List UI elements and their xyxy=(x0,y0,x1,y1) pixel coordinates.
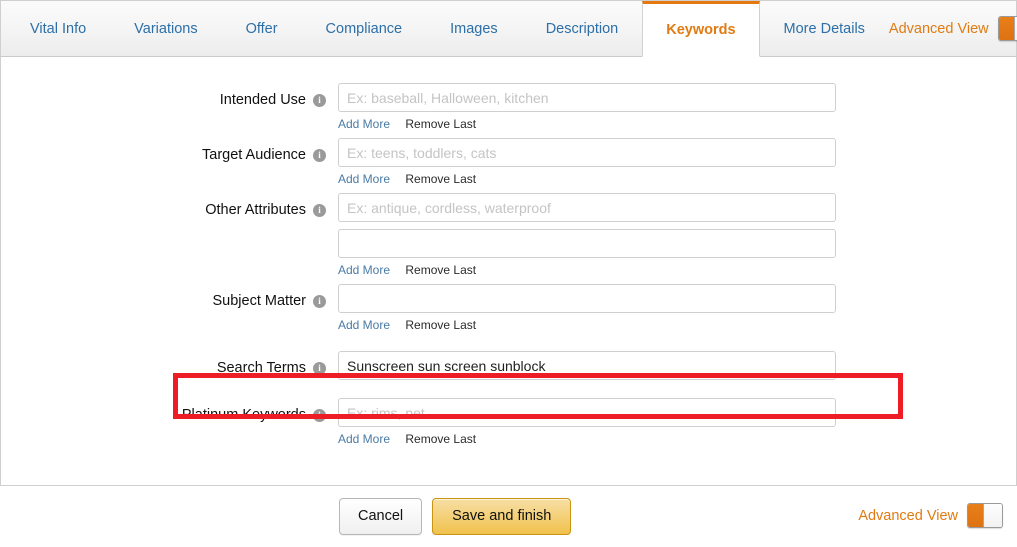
tab-label: Compliance xyxy=(326,21,403,37)
remove-last-link[interactable]: Remove Last xyxy=(405,432,476,446)
remove-last-link[interactable]: Remove Last xyxy=(405,263,476,277)
field-links-intended-use: Add More Remove Last xyxy=(338,116,836,132)
field-group-subject-matter: Add More Remove Last xyxy=(326,284,836,333)
keywords-panel: Intended Use i Add More Remove Last Targ… xyxy=(0,57,1017,486)
label-text: Platinum Keywords xyxy=(182,407,306,423)
remove-last-link[interactable]: Remove Last xyxy=(405,117,476,131)
toggle-off-half xyxy=(983,504,1002,527)
info-icon[interactable]: i xyxy=(313,295,326,308)
field-label-other-attributes: Other Attributes i xyxy=(1,193,326,218)
field-group-target-audience: Add More Remove Last xyxy=(326,138,836,187)
tab-variations[interactable]: Variations xyxy=(110,1,221,56)
info-icon[interactable]: i xyxy=(313,204,326,217)
cancel-button[interactable]: Cancel xyxy=(339,498,422,535)
form-row-other-attributes: Other Attributes i Add More Remove Last xyxy=(1,193,1016,278)
tab-label: Images xyxy=(450,21,498,37)
tab-label: Variations xyxy=(134,21,197,37)
tab-vital-info[interactable]: Vital Info xyxy=(6,1,110,56)
form-footer: Cancel Save and finish Advanced View xyxy=(0,486,1017,546)
search-terms-input[interactable] xyxy=(338,351,836,380)
tab-description[interactable]: Description xyxy=(522,1,643,56)
tab-bar: Vital Info Variations Offer Compliance I… xyxy=(0,0,1017,57)
advanced-view-label: Advanced View xyxy=(858,508,958,524)
form-row-subject-matter: Subject Matter i Add More Remove Last xyxy=(1,284,1016,333)
tab-label: Offer xyxy=(246,21,278,37)
remove-last-link[interactable]: Remove Last xyxy=(405,318,476,332)
form-row-target-audience: Target Audience i Add More Remove Last xyxy=(1,138,1016,187)
tab-keywords[interactable]: Keywords xyxy=(642,1,759,57)
add-more-link[interactable]: Add More xyxy=(338,117,390,131)
keywords-form: Intended Use i Add More Remove Last Targ… xyxy=(1,83,1016,447)
info-icon[interactable]: i xyxy=(313,362,326,375)
subject-matter-input[interactable] xyxy=(338,284,836,313)
tab-more-details[interactable]: More Details xyxy=(760,1,889,56)
add-more-link[interactable]: Add More xyxy=(338,263,390,277)
form-row-search-terms: Search Terms i xyxy=(1,351,1016,380)
label-text: Target Audience xyxy=(202,147,306,163)
tab-label: More Details xyxy=(784,21,865,37)
field-group-platinum-keywords: Add More Remove Last xyxy=(326,398,836,447)
info-icon[interactable]: i xyxy=(313,409,326,422)
keywords-page: Vital Info Variations Offer Compliance I… xyxy=(0,0,1017,547)
add-more-link[interactable]: Add More xyxy=(338,318,390,332)
field-group-search-terms xyxy=(326,351,836,380)
field-label-search-terms: Search Terms i xyxy=(1,351,326,376)
tab-label: Keywords xyxy=(666,22,735,38)
platinum-keywords-input[interactable] xyxy=(338,398,836,427)
other-attributes-input[interactable] xyxy=(338,193,836,222)
info-icon[interactable]: i xyxy=(313,149,326,162)
toggle-switch-icon[interactable] xyxy=(998,16,1017,41)
target-audience-input[interactable] xyxy=(338,138,836,167)
field-label-subject-matter: Subject Matter i xyxy=(1,284,326,309)
label-text: Search Terms xyxy=(217,360,306,376)
tab-label: Vital Info xyxy=(30,21,86,37)
field-label-intended-use: Intended Use i xyxy=(1,83,326,108)
advanced-view-label: Advanced View xyxy=(889,21,989,37)
add-more-link[interactable]: Add More xyxy=(338,432,390,446)
field-links-subject-matter: Add More Remove Last xyxy=(338,317,836,333)
label-text: Subject Matter xyxy=(213,293,307,309)
advanced-view-control-bottom: Advanced View xyxy=(858,503,1003,528)
tab-images[interactable]: Images xyxy=(426,1,522,56)
field-label-platinum-keywords: Platinum Keywords i xyxy=(1,398,326,423)
field-group-intended-use: Add More Remove Last xyxy=(326,83,836,132)
toggle-on-half xyxy=(999,17,1014,40)
tab-offer[interactable]: Offer xyxy=(222,1,302,56)
tab-label: Description xyxy=(546,21,619,37)
toggle-on-half xyxy=(968,504,983,527)
field-label-target-audience: Target Audience i xyxy=(1,138,326,163)
form-row-intended-use: Intended Use i Add More Remove Last xyxy=(1,83,1016,132)
field-links-other-attributes: Add More Remove Last xyxy=(338,262,836,278)
save-and-finish-button[interactable]: Save and finish xyxy=(432,498,571,535)
toggle-off-half xyxy=(1014,17,1017,40)
label-text: Other Attributes xyxy=(205,202,306,218)
toggle-switch-icon[interactable] xyxy=(967,503,1003,528)
field-links-target-audience: Add More Remove Last xyxy=(338,171,836,187)
tab-compliance[interactable]: Compliance xyxy=(302,1,427,56)
add-more-link[interactable]: Add More xyxy=(338,172,390,186)
field-group-other-attributes: Add More Remove Last xyxy=(326,193,836,278)
remove-last-link[interactable]: Remove Last xyxy=(405,172,476,186)
info-icon[interactable]: i xyxy=(313,94,326,107)
form-row-platinum-keywords: Platinum Keywords i Add More Remove Last xyxy=(1,398,1016,447)
other-attributes-input-2[interactable] xyxy=(338,229,836,258)
field-links-platinum-keywords: Add More Remove Last xyxy=(338,431,836,447)
advanced-view-control-top: Advanced View xyxy=(889,1,1017,56)
footer-buttons: Cancel Save and finish xyxy=(339,498,571,535)
intended-use-input[interactable] xyxy=(338,83,836,112)
label-text: Intended Use xyxy=(220,92,306,108)
